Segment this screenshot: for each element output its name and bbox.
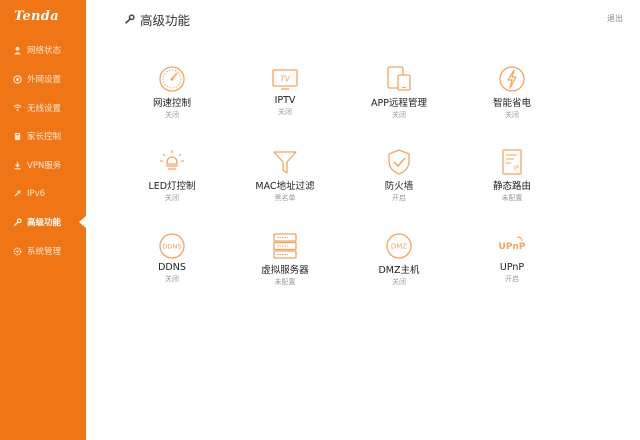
sidebar-item-label: 家长控制 — [27, 132, 62, 143]
sidebar-item-label: 高级功能 — [27, 218, 62, 229]
feature-status: 开启 — [505, 275, 519, 283]
feature-iptv[interactable]: TV IPTV 关闭 — [230, 64, 340, 134]
sidebar-item-parental-control[interactable]: 家长控制 — [0, 122, 86, 151]
sidebar-item-system[interactable]: 系统管理 — [0, 237, 86, 266]
tenda-logo: Tenda — [14, 9, 59, 24]
server-icon — [273, 233, 297, 259]
feature-status: 关闭 — [392, 111, 406, 119]
devices-icon — [387, 66, 411, 91]
vpn-icon — [11, 159, 23, 171]
wrench-icon — [11, 216, 23, 228]
feature-speed-control[interactable]: 网速控制 关闭 — [117, 64, 227, 134]
sidebar-item-advanced[interactable]: 高级功能 — [0, 208, 86, 237]
feature-led-control[interactable]: LED灯控制 关闭 — [117, 147, 227, 217]
sidebar-nav: 网络状态 外网设置 无线设置 家长控制 VPN服务 IPv6 高级功能 系统管理 — [0, 36, 86, 266]
feature-name: DDNS — [158, 262, 186, 273]
filter-icon — [273, 151, 297, 174]
sidebar-item-label: 系统管理 — [27, 247, 62, 258]
feature-status: 关闭 — [165, 275, 179, 283]
feature-name: LED灯控制 — [148, 181, 196, 192]
svg-text:DDNS: DDNS — [163, 243, 182, 251]
feature-name: 静态路由 — [492, 181, 531, 192]
feature-dmz-host[interactable]: DMZ DMZ主机 关闭 — [344, 231, 454, 301]
feature-app-remote[interactable]: APP远程管理 关闭 — [344, 64, 454, 134]
feature-ddns[interactable]: DDNS DDNS 关闭 — [117, 231, 227, 301]
parent-icon — [11, 130, 23, 142]
active-indicator — [79, 216, 86, 229]
sidebar-item-label: VPN服务 — [27, 161, 62, 172]
feature-status: 开启 — [392, 194, 406, 202]
dmz-icon: DMZ — [386, 233, 412, 259]
wrench-icon — [125, 14, 135, 24]
feature-grid: 网速控制 关闭 TV IPTV 关闭 APP远程管理 关闭 智能省电 关闭 LE… — [86, 36, 640, 440]
tv-icon: TV — [272, 69, 298, 90]
sidebar-item-network-status[interactable]: 网络状态 — [0, 36, 86, 65]
globe-icon — [11, 73, 23, 85]
feature-name: 防火墙 — [384, 181, 414, 192]
sidebar-item-wireless-settings[interactable]: 无线设置 — [0, 93, 86, 122]
sidebar-item-wan-settings[interactable]: 外网设置 — [0, 65, 86, 94]
feature-name: 网速控制 — [152, 98, 191, 109]
feature-mac-filter[interactable]: MAC地址过滤 黑名单 — [230, 147, 340, 217]
feature-name: IPTV — [274, 95, 296, 106]
svg-text:DMZ: DMZ — [391, 243, 407, 251]
gear-icon — [11, 245, 23, 257]
power-save-icon — [499, 66, 525, 92]
page-header: 高级功能 退出 — [86, 0, 640, 36]
feature-status: 关闭 — [505, 111, 519, 119]
feature-firewall[interactable]: 防火墙 开启 — [344, 147, 454, 217]
sidebar-item-label: 网络状态 — [27, 46, 62, 57]
feature-name: APP远程管理 — [371, 98, 427, 109]
svg-text:UPnP: UPnP — [499, 242, 526, 252]
logout-link[interactable]: 退出 — [607, 13, 623, 24]
led-bulb-icon — [160, 150, 184, 170]
feature-name: 虚拟服务器 — [261, 265, 309, 276]
feature-status: 未配置 — [501, 194, 523, 202]
feature-upnp[interactable]: UPnP UPnP 开启 — [457, 231, 567, 301]
status-icon — [11, 44, 23, 56]
feature-power-save[interactable]: 智能省电 关闭 — [457, 64, 567, 134]
feature-status: 关闭 — [278, 108, 292, 116]
page-title-wrap: 高级功能 — [124, 10, 190, 29]
feature-status: 黑名单 — [274, 194, 296, 202]
feature-status: 未配置 — [274, 278, 296, 286]
feature-static-route[interactable]: IP 静态路由 未配置 — [457, 147, 567, 217]
ipv6-icon — [11, 188, 23, 200]
page-title: 高级功能 — [140, 13, 191, 28]
feature-name: DMZ主机 — [378, 265, 420, 276]
sidebar: Tenda 网络状态 外网设置 无线设置 家长控制 VPN服务 IPv6 高级功… — [0, 0, 86, 440]
feature-status: 关闭 — [165, 111, 179, 119]
sidebar-item-ipv6[interactable]: IPv6 — [0, 179, 86, 208]
wifi-icon — [11, 102, 23, 114]
feature-status: 关闭 — [165, 194, 179, 202]
sidebar-item-label: 外网设置 — [27, 75, 62, 86]
speedometer-icon — [159, 66, 185, 92]
svg-text:IP: IP — [513, 165, 519, 172]
feature-name: 智能省电 — [492, 98, 531, 109]
feature-name: UPnP — [499, 262, 525, 273]
shield-icon — [388, 149, 410, 175]
main-area: 高级功能 退出 网速控制 关闭 TV IPTV 关闭 APP远程管理 关闭 智能… — [86, 0, 640, 440]
feature-status: 关闭 — [392, 278, 406, 286]
route-doc-icon: IP — [502, 149, 522, 175]
ddns-icon: DDNS — [159, 233, 185, 259]
upnp-icon: UPnP — [499, 236, 526, 252]
feature-name: MAC地址过滤 — [255, 181, 315, 192]
sidebar-item-label: 无线设置 — [27, 103, 62, 114]
feature-virtual-server[interactable]: 虚拟服务器 未配置 — [230, 231, 340, 301]
sidebar-item-label: IPv6 — [27, 188, 46, 199]
sidebar-item-vpn[interactable]: VPN服务 — [0, 151, 86, 180]
svg-text:TV: TV — [280, 75, 291, 84]
